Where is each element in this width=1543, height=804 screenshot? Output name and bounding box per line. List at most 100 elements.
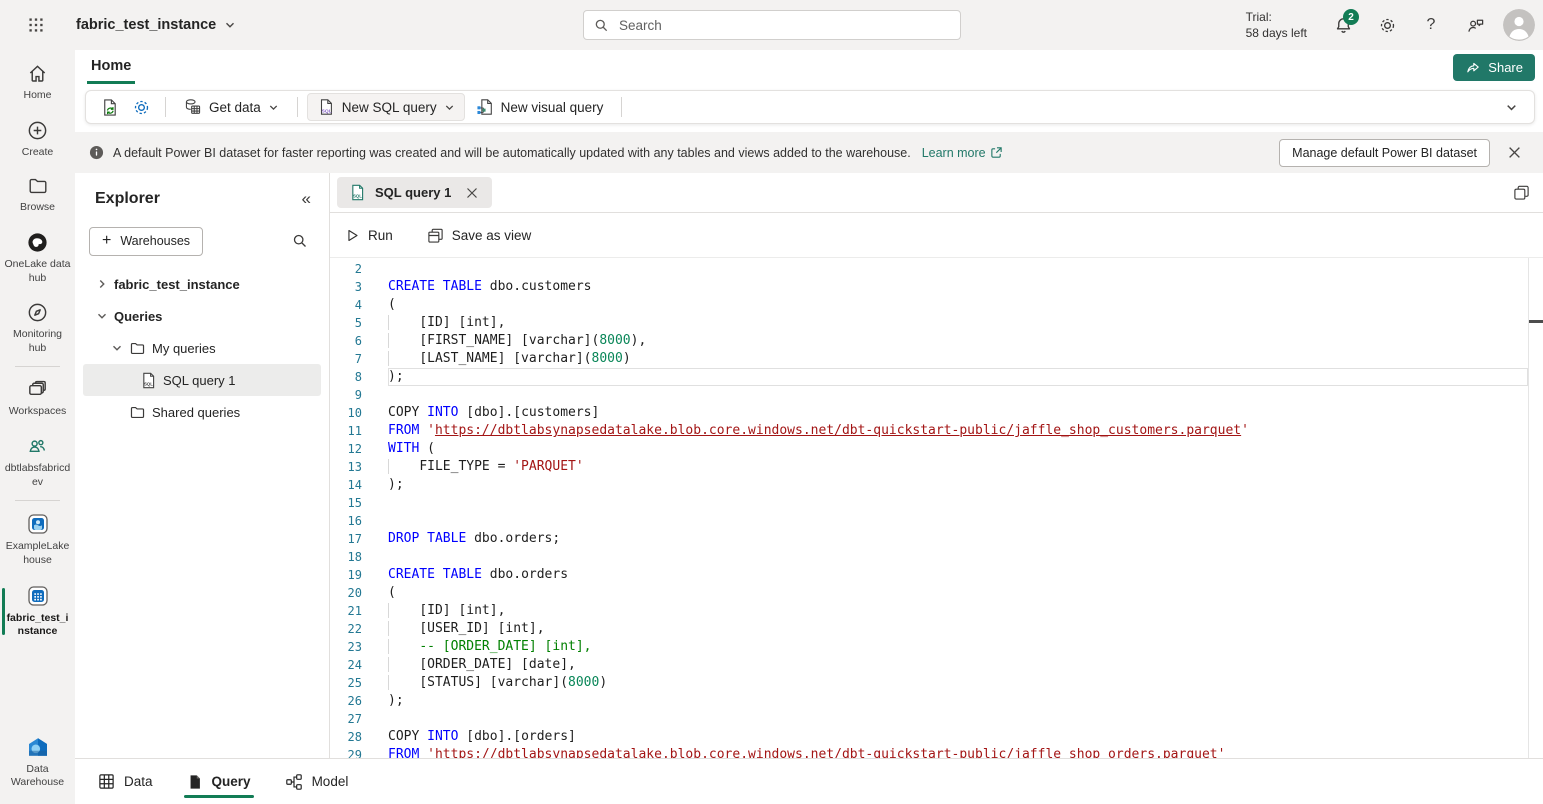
code-line[interactable]: 4( — [330, 296, 1528, 314]
document-refresh-icon — [100, 98, 119, 117]
code-line[interactable]: 14); — [330, 476, 1528, 494]
code-line[interactable]: 19CREATE TABLE dbo.orders — [330, 566, 1528, 584]
sidebar-item-browse[interactable]: Browse — [0, 167, 75, 223]
copy-icon[interactable] — [1513, 184, 1530, 201]
chevron-right-icon[interactable] — [95, 278, 108, 290]
explorer-title: Explorer — [95, 190, 160, 208]
save-as-view-button[interactable]: Save as view — [427, 227, 532, 244]
app-launcher-button[interactable] — [18, 7, 54, 43]
code-line[interactable]: 8); — [330, 368, 1528, 386]
chevron-down-icon — [268, 102, 279, 113]
code-line[interactable]: 23 -- [ORDER_DATE] [int], — [330, 638, 1528, 656]
sidebar-item-data-warehouse[interactable]: Data Warehouse — [0, 727, 75, 798]
code-line[interactable]: 21 [ID] [int], — [330, 602, 1528, 620]
code-line[interactable]: 13 FILE_TYPE = 'PARQUET' — [330, 458, 1528, 476]
ribbon-collapse-button[interactable] — [1496, 93, 1526, 121]
folder-icon — [27, 175, 49, 197]
tab-home[interactable]: Home — [87, 50, 135, 84]
learn-more-link[interactable]: Learn more — [922, 146, 1003, 160]
code-line[interactable]: 17DROP TABLE dbo.orders; — [330, 530, 1528, 548]
global-search[interactable] — [583, 10, 961, 40]
line-number: 24 — [330, 656, 362, 674]
run-button[interactable]: Run — [345, 228, 393, 243]
play-icon — [345, 228, 360, 243]
chevron-down-icon[interactable] — [95, 310, 108, 322]
explorer-search-button[interactable] — [285, 226, 315, 256]
line-number: 11 — [330, 422, 362, 440]
tree-item-label: My queries — [152, 341, 216, 356]
tool-settings-button[interactable] — [126, 93, 156, 121]
feedback-button[interactable] — [1455, 5, 1495, 45]
close-tab-button[interactable] — [464, 185, 480, 201]
line-number: 25 — [330, 674, 362, 692]
query-tab[interactable]: SQL SQL query 1 — [337, 177, 492, 208]
tree-item-fabric-test-instance[interactable]: fabric_test_instance — [83, 268, 321, 300]
sidebar-item-monitoring-hub[interactable]: Monitoring hub — [0, 293, 75, 363]
chevron-down-icon[interactable] — [110, 342, 123, 354]
sidebar-item-create[interactable]: Create — [0, 111, 75, 168]
notifications-button[interactable]: 2 — [1323, 5, 1363, 45]
refresh-button[interactable] — [94, 93, 124, 121]
sql-file-icon: SQL — [317, 98, 335, 116]
tree-item-sql-query-1[interactable]: SQLSQL query 1 — [83, 364, 321, 396]
code-line[interactable]: 27 — [330, 710, 1528, 728]
sidebar-item-onelake-data-hub[interactable]: OneLake data hub — [0, 223, 75, 293]
sidebar-item-home[interactable]: Home — [0, 54, 75, 111]
view-tab-query[interactable]: Query — [187, 759, 251, 804]
view-tab-label: Model — [312, 774, 349, 789]
line-number: 12 — [330, 440, 362, 458]
new-visual-query-button[interactable]: New visual query — [467, 93, 613, 121]
external-link-icon — [990, 146, 1003, 159]
people-icon — [26, 435, 49, 458]
code-line[interactable]: 18 — [330, 548, 1528, 566]
code-line[interactable]: 28COPY INTO [dbo].[orders] — [330, 728, 1528, 746]
code-line[interactable]: 24 [ORDER_DATE] [date], — [330, 656, 1528, 674]
account-avatar[interactable] — [1503, 9, 1535, 41]
code-line[interactable]: 9 — [330, 386, 1528, 404]
collapse-panel-button[interactable]: « — [298, 187, 315, 211]
code-line[interactable]: 10COPY INTO [dbo].[customers] — [330, 404, 1528, 422]
new-sql-query-button[interactable]: SQL New SQL query — [307, 93, 465, 121]
tree-item-shared-queries[interactable]: Shared queries — [83, 396, 321, 428]
code-line[interactable]: 2 — [330, 260, 1528, 278]
add-warehouses-button[interactable]: + Warehouses — [89, 227, 203, 256]
get-data-button[interactable]: Get data — [175, 93, 288, 121]
code-line[interactable]: 6 [FIRST_NAME] [varchar](8000), — [330, 332, 1528, 350]
code-line[interactable]: 12WITH ( — [330, 440, 1528, 458]
help-button[interactable]: ? — [1411, 5, 1451, 45]
code-line[interactable]: 25 [STATUS] [varchar](8000) — [330, 674, 1528, 692]
code-line[interactable]: 15 — [330, 494, 1528, 512]
workspace-switcher[interactable]: fabric_test_instance — [76, 17, 236, 33]
code-line[interactable]: 29FROM 'https://dbtlabsynapsedatalake.bl… — [330, 746, 1528, 758]
share-button[interactable]: Share — [1453, 54, 1535, 81]
trial-status: Trial: 58 days left — [1246, 9, 1307, 41]
view-tab-model[interactable]: Model — [285, 759, 349, 804]
sidebar-item-fabric-test-instance[interactable]: fabric_test_instance — [0, 576, 75, 647]
code-line[interactable]: 22 [USER_ID] [int], — [330, 620, 1528, 638]
code-line[interactable]: 5 [ID] [int], — [330, 314, 1528, 332]
code-line[interactable]: 11FROM 'https://dbtlabsynapsedatalake.bl… — [330, 422, 1528, 440]
code-line[interactable]: 3CREATE TABLE dbo.customers — [330, 278, 1528, 296]
onelake-icon — [26, 231, 49, 254]
manage-default-dataset-button[interactable]: Manage default Power BI dataset — [1279, 139, 1490, 167]
banner-close-button[interactable] — [1499, 138, 1529, 168]
view-tab-label: Data — [124, 774, 153, 789]
code-line[interactable]: 20( — [330, 584, 1528, 602]
sidebar-item-examplelakehouse[interactable]: ExampleLakehouse — [0, 504, 75, 575]
main-area: Home Share Get data SQL New SQL query — [75, 50, 1543, 804]
line-number: 19 — [330, 566, 362, 584]
tree-item-queries[interactable]: Queries — [83, 300, 321, 332]
code-line[interactable]: 7 [LAST_NAME] [varchar](8000) — [330, 350, 1528, 368]
tree-item-my-queries[interactable]: My queries — [83, 332, 321, 364]
sql-code-editor[interactable]: 23CREATE TABLE dbo.customers4(5 [ID] [in… — [330, 258, 1543, 758]
search-icon — [292, 233, 308, 249]
search-input[interactable] — [617, 17, 950, 34]
settings-button[interactable] — [1367, 5, 1407, 45]
sidebar-item-dbtlabsfabricdev[interactable]: dbtlabsfabricdev — [0, 427, 75, 497]
code-line[interactable]: 16 — [330, 512, 1528, 530]
view-tab-data[interactable]: Data — [98, 759, 153, 804]
sidebar-item-workspaces[interactable]: Workspaces — [0, 370, 75, 427]
query-toolbar: Run Save as view — [330, 213, 1543, 258]
code-line[interactable]: 26); — [330, 692, 1528, 710]
overview-ruler[interactable] — [1528, 258, 1543, 758]
